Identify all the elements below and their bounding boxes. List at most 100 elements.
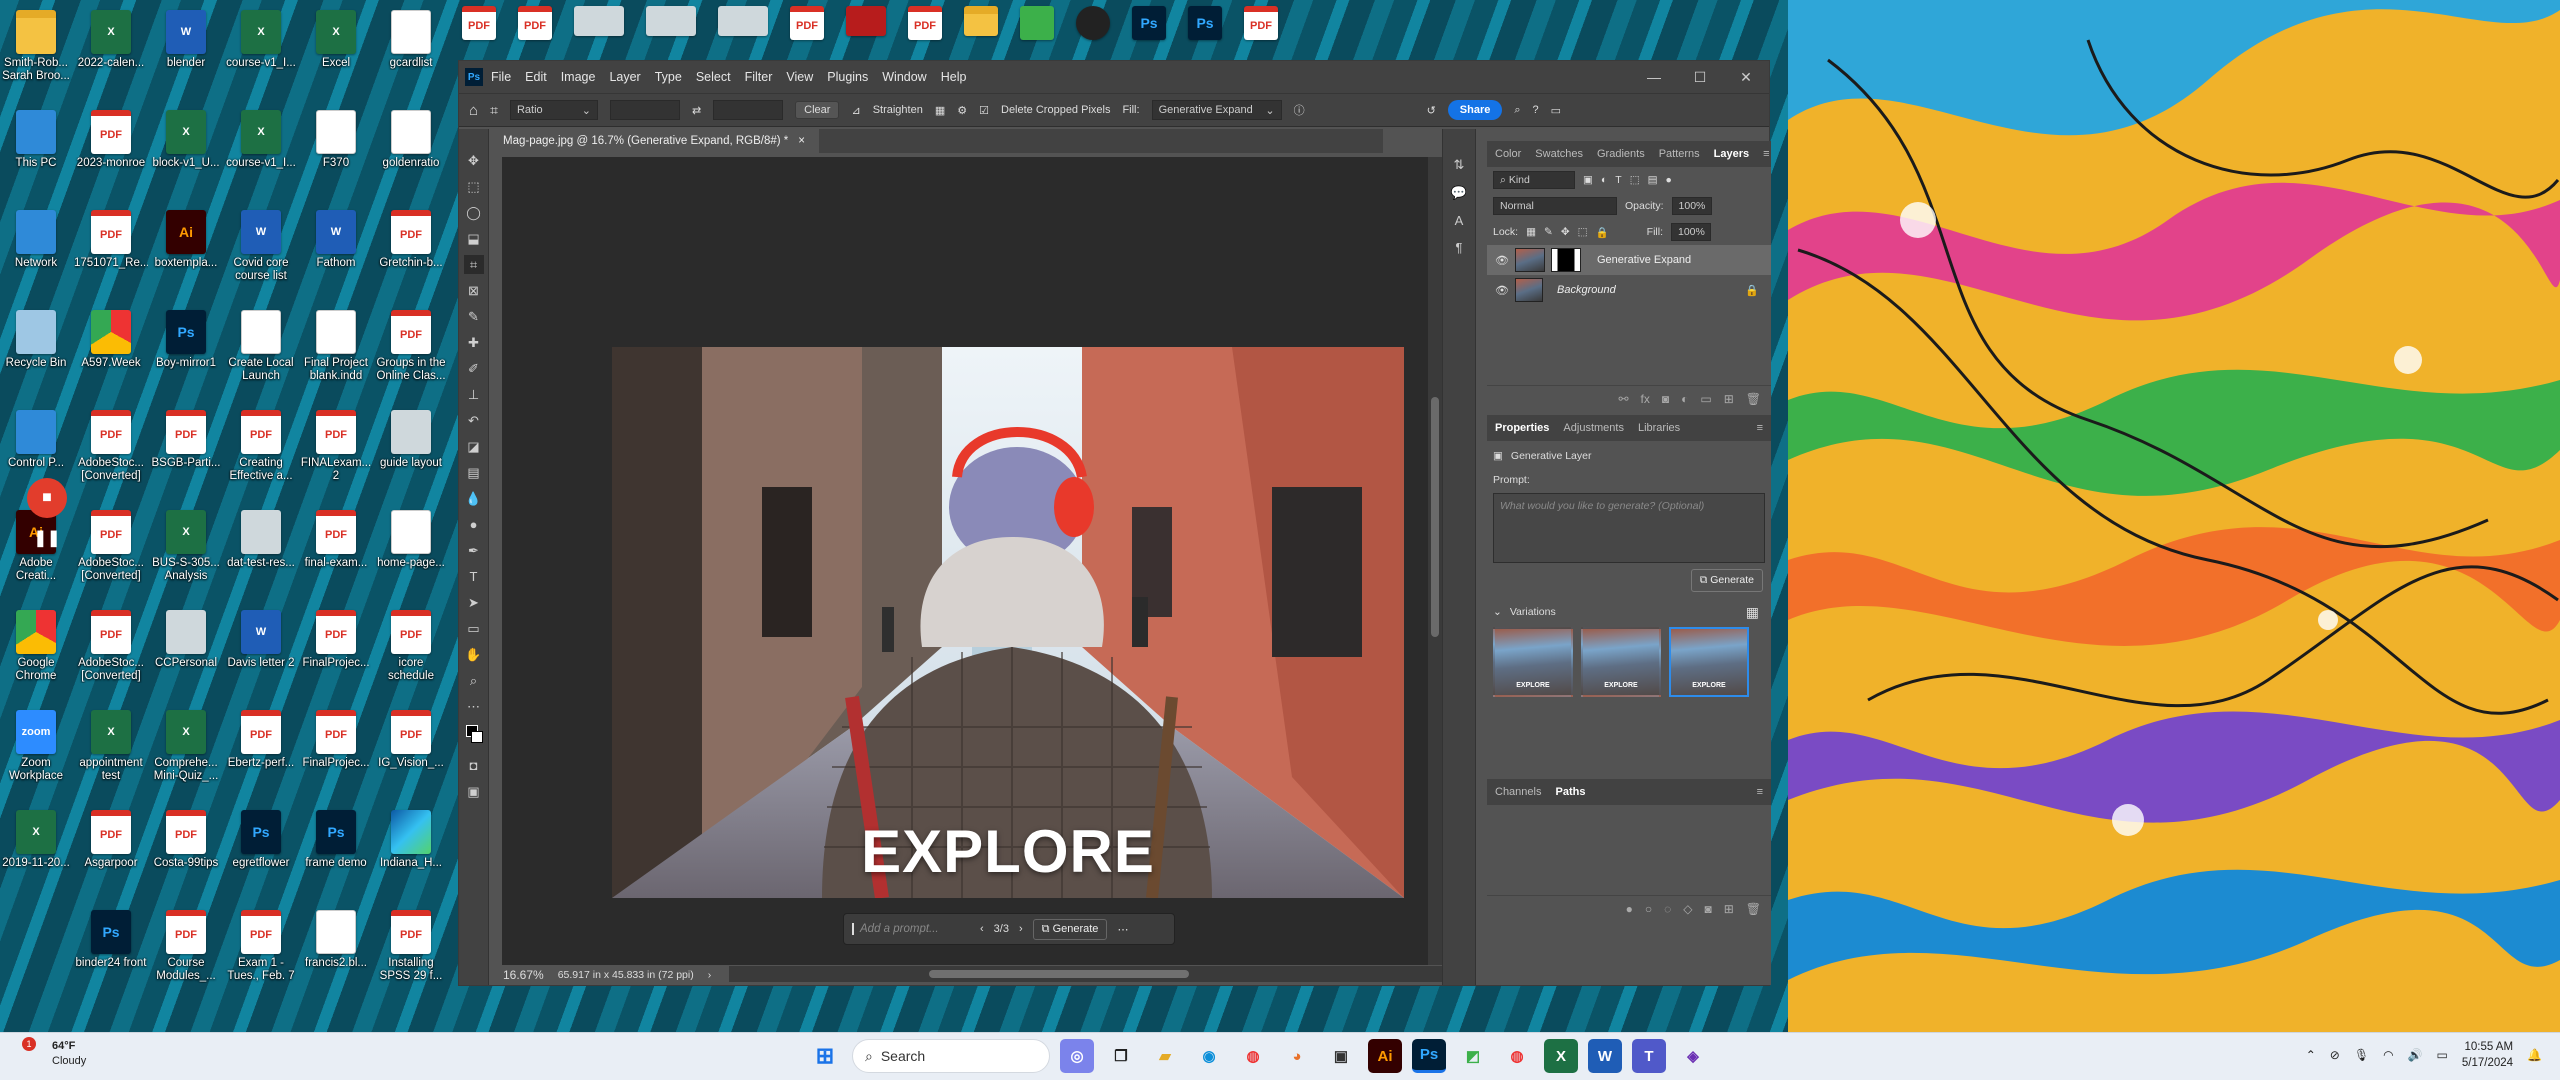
menu-select[interactable]: Select — [696, 70, 731, 84]
new-layer-icon[interactable]: ⊞ — [1724, 392, 1734, 406]
desktop-icon[interactable]: PDF — [908, 6, 942, 40]
panel-menu-icon[interactable]: ≡ — [1757, 786, 1763, 798]
desktop-icon[interactable]: gcardlist — [378, 10, 444, 70]
desktop-icon[interactable]: PDF AdobeStoc... [Converted] — [78, 510, 144, 583]
adjustment-filter-icon[interactable]: ◐ — [1601, 174, 1607, 186]
desktop-icon[interactable]: PDF Ebertz-perf... — [228, 710, 294, 770]
healing-brush-icon[interactable]: ✚ — [464, 333, 484, 352]
desktop-icon[interactable]: home-page... — [377, 510, 445, 570]
volume-icon[interactable]: 🔊 — [2408, 1048, 2423, 1062]
camera-icon[interactable]: ⊘ — [2330, 1048, 2340, 1062]
panel-menu-icon[interactable]: ≡ — [1763, 148, 1769, 160]
pixel-filter-icon[interactable]: ▣ — [1583, 174, 1593, 186]
gear-icon[interactable]: ⚙ — [957, 104, 967, 117]
link-layers-icon[interactable]: ⚯ — [1618, 392, 1628, 406]
desktop-icon[interactable]: PDF final-exam... — [303, 510, 369, 570]
desktop-icon[interactable]: PDF Exam 1 - Tues., Feb. 7 — [227, 910, 295, 983]
desktop-icon[interactable] — [1076, 6, 1110, 40]
desktop-icon[interactable]: X Comprehe... Mini-Quiz_... — [153, 710, 219, 783]
tab-layers[interactable]: Layers — [1714, 148, 1749, 160]
desktop-icon[interactable]: Indiana_H... — [378, 810, 444, 870]
stamp-tool-icon[interactable]: ⊥ — [464, 385, 484, 404]
eraser-tool-icon[interactable]: ◪ — [464, 437, 484, 456]
object-select-icon[interactable]: ⬓ — [464, 229, 484, 248]
filter-toggle-icon[interactable]: ● — [1666, 174, 1672, 186]
delete-cropped-checkbox[interactable]: ☑ — [979, 104, 989, 117]
width-field[interactable] — [609, 100, 680, 120]
tab-properties[interactable]: Properties — [1495, 422, 1549, 434]
desktop-icon[interactable]: PDF Installing SPSS 29 f... — [378, 910, 444, 983]
desktop-icon[interactable]: Network — [3, 210, 69, 270]
previous-variation-icon[interactable]: ‹ — [980, 923, 984, 935]
bell-icon[interactable]: 🔔 — [2527, 1048, 2542, 1062]
tab-gradients[interactable]: Gradients — [1597, 148, 1645, 160]
desktop-icon[interactable]: Control P... — [3, 410, 69, 470]
desktop-icon[interactable]: PDF IG_Vision_... — [378, 710, 444, 770]
teams-icon[interactable]: T — [1632, 1039, 1666, 1073]
menu-edit[interactable]: Edit — [525, 70, 547, 84]
zoom-tool-icon[interactable]: ⌕ — [464, 671, 484, 690]
search-icon[interactable]: ⌕ — [1514, 104, 1520, 117]
desktop-icon[interactable]: This PC — [3, 110, 69, 170]
straighten-icon[interactable]: ⊿ — [851, 104, 860, 117]
paragraph-icon[interactable]: ¶ — [1456, 240, 1463, 255]
panel-menu-icon[interactable]: ≡ — [1757, 422, 1763, 434]
desktop-icon[interactable]: PDF Gretchin-b... — [378, 210, 444, 270]
desktop-icon[interactable]: PDF — [1244, 6, 1278, 40]
swap-icon[interactable]: ⇄ — [692, 104, 701, 117]
vertical-scrollbar[interactable] — [1428, 157, 1442, 965]
excel-icon[interactable]: X — [1544, 1039, 1578, 1073]
menu-window[interactable]: Window — [882, 70, 926, 84]
lock-transparent-icon[interactable]: ▦ — [1526, 226, 1536, 238]
desktop-icon[interactable] — [646, 6, 696, 40]
layer-mask-thumbnail[interactable] — [1551, 248, 1581, 272]
new-path-icon[interactable]: ⊞ — [1724, 902, 1734, 916]
menu-type[interactable]: Type — [655, 70, 682, 84]
history-icon[interactable]: ⇅ — [1454, 157, 1465, 173]
file-explorer-icon[interactable]: ▰ — [1148, 1039, 1182, 1073]
generate-button[interactable]: ⧉ Generate — [1690, 569, 1763, 592]
desktop-icon[interactable]: Google Chrome — [3, 610, 69, 683]
desktop-icon[interactable]: Xcourse-v1_I... — [226, 110, 296, 170]
gradient-tool-icon[interactable]: ▤ — [464, 463, 484, 482]
desktop-icon[interactable]: PDF Creating Effective a... — [228, 410, 294, 483]
chevron-down-icon[interactable]: ⌄ — [1493, 606, 1502, 618]
desktop-icon[interactable]: W Davis letter 2 — [227, 610, 295, 670]
desktop-icon[interactable] — [964, 6, 998, 40]
desktop-icon[interactable]: Xcourse-v1_I... — [226, 10, 296, 70]
desktop-icon[interactable]: W Covid core course list — [228, 210, 294, 283]
variation-thumbnail[interactable]: EXPLORE — [1581, 627, 1661, 697]
chevron-right-icon[interactable]: › — [708, 969, 712, 981]
desktop-icon[interactable]: X Excel — [303, 10, 369, 70]
home-icon[interactable]: ⌂ — [469, 102, 478, 119]
desktop-icon[interactable]: PDF 2023-monroe — [77, 110, 145, 170]
scroll-thumb[interactable] — [929, 970, 1189, 978]
character-icon[interactable]: A — [1455, 213, 1464, 228]
desktop-icon[interactable]: PDF Course Modules_... — [153, 910, 219, 983]
delete-layer-icon[interactable]: 🗑 — [1746, 392, 1761, 406]
desktop-icon[interactable] — [718, 6, 768, 40]
tab-color[interactable]: Color — [1495, 148, 1521, 160]
desktop-icon[interactable]: PDF FinalProjec... — [302, 610, 370, 670]
taskbar-search[interactable]: ⌕ Search — [852, 1039, 1050, 1073]
straighten-label[interactable]: Straighten — [873, 104, 923, 116]
desktop-icon[interactable]: PDF Groups in the Online Clas... — [376, 310, 446, 383]
desktop-icon[interactable]: PDF — [790, 6, 824, 40]
type-tool-icon[interactable]: T — [464, 567, 484, 586]
path-select-icon[interactable]: ➤ — [464, 593, 484, 612]
share-button[interactable]: Share — [1447, 100, 1503, 120]
desktop-icon[interactable] — [846, 6, 886, 40]
desktop-icon[interactable]: Ps egretflower — [228, 810, 294, 870]
desktop-icon[interactable]: Ps frame demo — [303, 810, 369, 870]
app-icon[interactable]: ◈ — [1676, 1039, 1710, 1073]
maximize-icon[interactable]: ☐ — [1677, 69, 1723, 86]
comments-icon[interactable]: 💬 — [1451, 185, 1467, 201]
variation-thumbnail-selected[interactable]: EXPLORE — [1669, 627, 1749, 697]
desktop-icon[interactable]: PDF AdobeStoc... [Converted] — [78, 410, 144, 483]
reset-icon[interactable]: ↺ — [1427, 104, 1436, 117]
firefox-icon[interactable]: ◕ — [1280, 1039, 1314, 1073]
desktop-icon[interactable]: zoom Zoom Workplace — [3, 710, 69, 783]
desktop-icon[interactable]: Ai boxtempla... — [153, 210, 219, 270]
history-brush-icon[interactable]: ↶ — [464, 411, 484, 430]
chrome-icon[interactable]: ◍ — [1236, 1039, 1270, 1073]
